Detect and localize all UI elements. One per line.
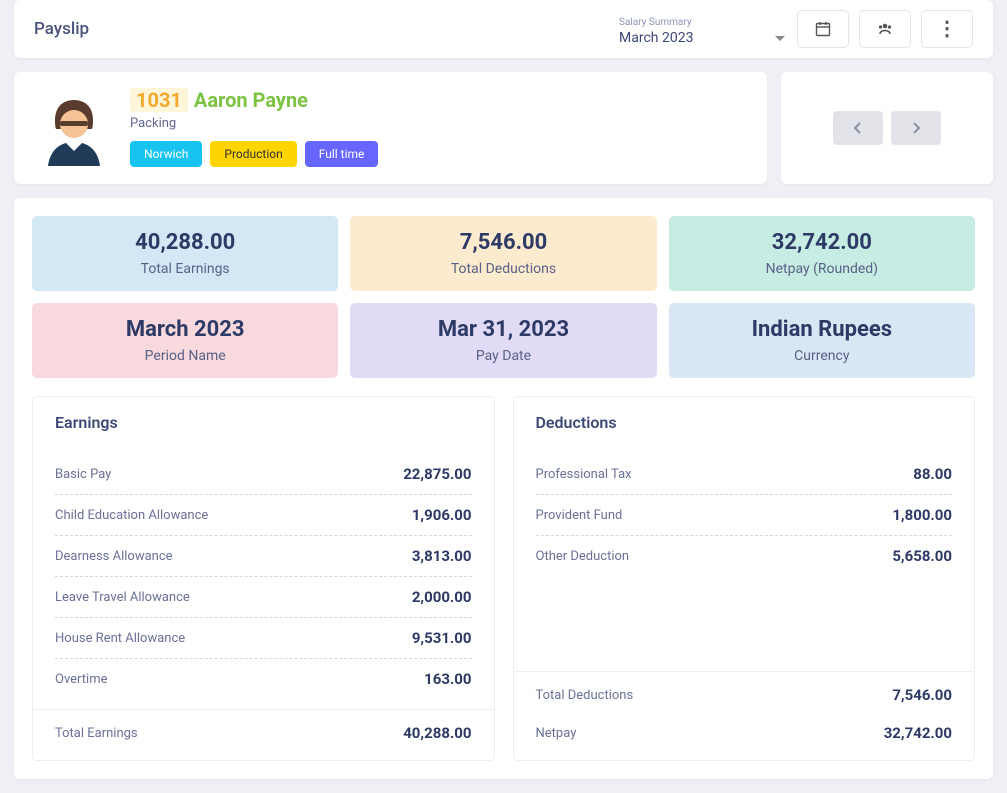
next-button[interactable] xyxy=(891,111,941,145)
tag-division[interactable]: Production xyxy=(210,141,296,167)
calendar-button[interactable] xyxy=(797,10,849,48)
summary-section: 40,288.00 Total Earnings 7,546.00 Total … xyxy=(14,198,993,779)
kpi-value: 40,288.00 xyxy=(42,230,328,255)
kpi-value: Mar 31, 2023 xyxy=(360,317,646,342)
earnings-total-row: Total Earnings 40,288.00 xyxy=(55,714,472,752)
chevron-left-icon xyxy=(852,122,864,134)
prev-button[interactable] xyxy=(833,111,883,145)
tag-location[interactable]: Norwich xyxy=(130,141,202,167)
deductions-total-row: Total Deductions 7,546.00 xyxy=(536,676,953,714)
kpi-period: March 2023 Period Name xyxy=(32,303,338,378)
kpi-paydate: Mar 31, 2023 Pay Date xyxy=(350,303,656,378)
chevron-down-icon xyxy=(775,36,785,41)
earnings-row: Child Education Allowance1,906.00 xyxy=(55,495,472,536)
kpi-label: Currency xyxy=(679,348,965,364)
tables-row: Earnings Basic Pay22,875.00 Child Educat… xyxy=(32,396,975,761)
deductions-body: Professional Tax88.00 Provident Fund1,80… xyxy=(514,448,975,671)
earnings-row: Dearness Allowance3,813.00 xyxy=(55,536,472,577)
deductions-card: Deductions Professional Tax88.00 Provide… xyxy=(513,396,976,761)
period-select[interactable]: Salary Summary March 2023 xyxy=(617,17,787,48)
earnings-row: Leave Travel Allowance2,000.00 xyxy=(55,577,472,618)
kpi-netpay: 32,742.00 Netpay (Rounded) xyxy=(669,216,975,291)
earnings-card: Earnings Basic Pay22,875.00 Child Educat… xyxy=(32,396,495,761)
chevron-right-icon xyxy=(910,122,922,134)
kpi-label: Pay Date xyxy=(360,348,646,364)
deductions-title: Deductions xyxy=(514,397,975,448)
header-actions: Salary Summary March 2023 ⋮ xyxy=(617,10,973,48)
employee-tags: Norwich Production Full time xyxy=(130,141,747,167)
employee-info: 1031 Aaron Payne Packing Norwich Product… xyxy=(130,88,747,167)
earnings-title: Earnings xyxy=(33,397,494,448)
deductions-footer: Total Deductions 7,546.00 Netpay 32,742.… xyxy=(514,671,975,760)
period-select-label: Salary Summary xyxy=(617,17,787,28)
kpi-total-deductions: 7,546.00 Total Deductions xyxy=(350,216,656,291)
kpi-value: 7,546.00 xyxy=(360,230,646,255)
employee-name: Aaron Payne xyxy=(194,88,308,112)
period-select-value: March 2023 xyxy=(619,30,693,46)
earnings-body: Basic Pay22,875.00 Child Education Allow… xyxy=(33,448,494,709)
kpi-value: 32,742.00 xyxy=(679,230,965,255)
kpi-value: March 2023 xyxy=(42,317,328,342)
employee-department: Packing xyxy=(130,116,747,131)
more-button[interactable]: ⋮ xyxy=(921,10,973,48)
earnings-footer: Total Earnings 40,288.00 xyxy=(33,709,494,760)
deductions-row: Other Deduction5,658.00 xyxy=(536,536,953,576)
calendar-icon xyxy=(815,21,831,37)
people-button[interactable] xyxy=(859,10,911,48)
kpi-currency: Indian Rupees Currency xyxy=(669,303,975,378)
earnings-row: Basic Pay22,875.00 xyxy=(55,454,472,495)
deductions-row: Provident Fund1,800.00 xyxy=(536,495,953,536)
deductions-row: Professional Tax88.00 xyxy=(536,454,953,495)
page-title: Payslip xyxy=(34,19,89,39)
kpi-grid: 40,288.00 Total Earnings 7,546.00 Total … xyxy=(32,216,975,378)
kpi-label: Total Deductions xyxy=(360,261,646,277)
netpay-row: Netpay 32,742.00 xyxy=(536,714,953,752)
kpi-value: Indian Rupees xyxy=(679,317,965,342)
tag-type[interactable]: Full time xyxy=(305,141,379,167)
avatar-icon xyxy=(34,88,114,168)
record-nav-card xyxy=(781,72,993,184)
kpi-label: Total Earnings xyxy=(42,261,328,277)
header-bar: Payslip Salary Summary March 2023 ⋮ xyxy=(14,0,993,58)
earnings-row: Overtime163.00 xyxy=(55,659,472,699)
people-icon xyxy=(877,21,893,37)
period-select-box[interactable]: March 2023 xyxy=(617,28,787,48)
kpi-total-earnings: 40,288.00 Total Earnings xyxy=(32,216,338,291)
kpi-label: Netpay (Rounded) xyxy=(679,261,965,277)
earnings-row: House Rent Allowance9,531.00 xyxy=(55,618,472,659)
avatar xyxy=(34,88,114,168)
employee-id: 1031 xyxy=(130,88,188,112)
employee-card: 1031 Aaron Payne Packing Norwich Product… xyxy=(14,72,767,184)
kpi-label: Period Name xyxy=(42,348,328,364)
